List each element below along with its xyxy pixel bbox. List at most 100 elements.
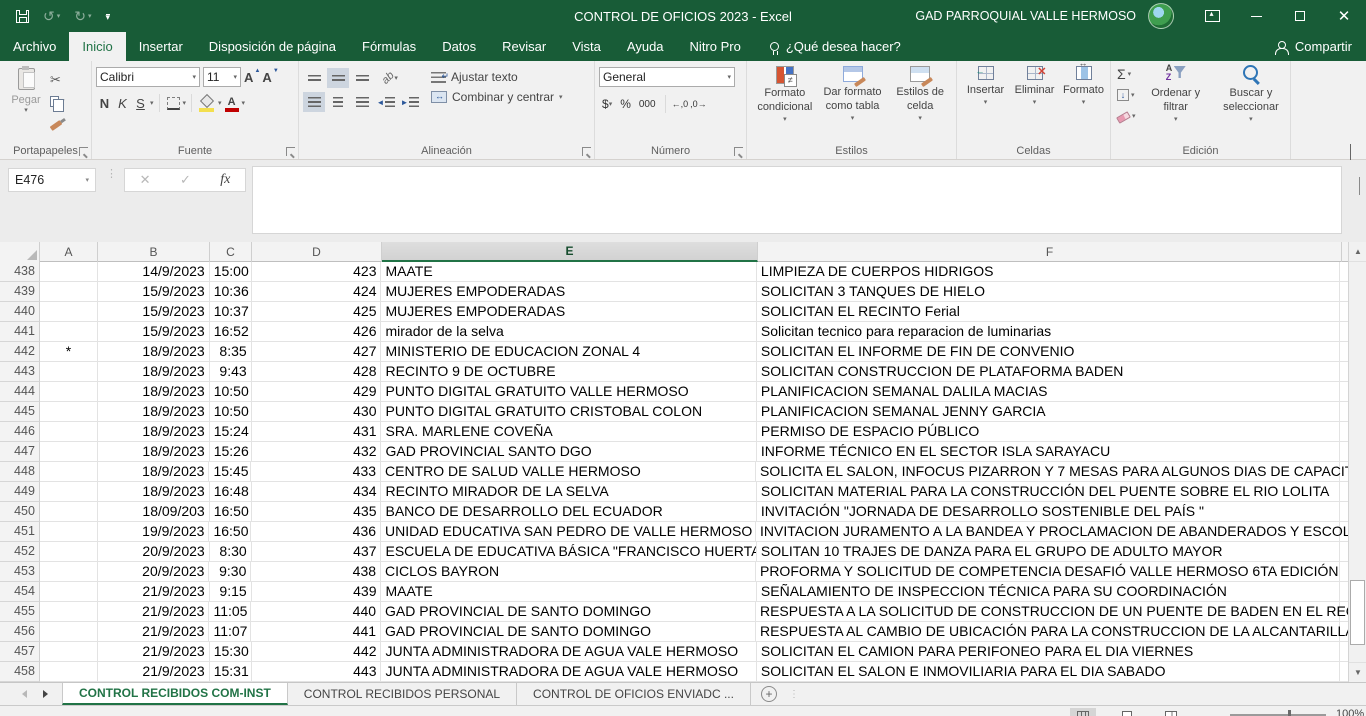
redo-button[interactable]: ↻▾ — [74, 8, 91, 25]
cell[interactable]: 10:37 — [210, 302, 252, 322]
cell[interactable]: 427 — [252, 342, 382, 362]
cell[interactable]: 431 — [252, 422, 382, 442]
column-header-B[interactable]: B — [98, 242, 210, 262]
cell[interactable]: 9:30 — [209, 562, 251, 582]
tabbar-resize-handle[interactable]: ⋮ — [789, 689, 799, 700]
cell[interactable]: JUNTA ADMINISTRADORA DE AGUA VALE HERMOS… — [381, 662, 756, 682]
row-header[interactable]: 440 — [0, 302, 40, 322]
row-header[interactable]: 445 — [0, 402, 40, 422]
cell[interactable]: CICLOS BAYRON — [381, 562, 756, 582]
cell[interactable]: 16:50 — [210, 502, 252, 522]
cell[interactable]: INFORME TÉCNICO EN EL SECTOR ISLA SARAYA… — [757, 442, 1340, 462]
account-name[interactable]: GAD PARROQUIAL VALLE HERMOSO — [915, 9, 1136, 23]
cell[interactable]: 15:45 — [209, 462, 251, 482]
cell[interactable] — [1340, 562, 1348, 582]
cell[interactable]: 10:36 — [210, 282, 252, 302]
increase-indent-button[interactable]: ► — [399, 92, 421, 112]
cell[interactable]: INVITACION JURAMENTO A LA BANDEA Y PROCL… — [756, 522, 1340, 542]
cell[interactable]: BANCO DE DESARROLLO DEL ECUADOR — [381, 502, 756, 522]
cell[interactable]: 430 — [252, 402, 382, 422]
vertical-scrollbar-thumb[interactable] — [1350, 580, 1365, 645]
cell[interactable] — [40, 522, 98, 542]
bold-button[interactable]: N — [96, 93, 113, 113]
dialog-launcher-icon[interactable] — [582, 147, 591, 156]
row-header[interactable]: 439 — [0, 282, 40, 302]
paste-button[interactable]: Pegar ▾ — [4, 65, 48, 139]
cell[interactable]: 10:50 — [210, 382, 252, 402]
cell[interactable]: 20/9/2023 — [98, 542, 210, 562]
currency-button[interactable]: $▾ — [599, 94, 615, 114]
cell[interactable]: 9:43 — [210, 362, 252, 382]
sheet-tab-1[interactable]: CONTROL RECIBIDOS COM-INST — [62, 683, 288, 705]
row-header[interactable]: 450 — [0, 502, 40, 522]
cell[interactable]: 21/9/2023 — [98, 622, 210, 642]
cell[interactable]: 18/9/2023 — [98, 382, 210, 402]
cell[interactable]: 18/09/203 — [98, 502, 210, 522]
cell[interactable] — [1340, 642, 1348, 662]
cell[interactable]: 434 — [252, 482, 382, 502]
cell[interactable] — [1340, 362, 1348, 382]
cell[interactable] — [40, 382, 98, 402]
cell[interactable]: 18/9/2023 — [98, 402, 210, 422]
cell[interactable]: 18/9/2023 — [98, 442, 210, 462]
cell[interactable] — [40, 662, 98, 682]
merge-center-button[interactable]: Combinar y centrar ▾ — [431, 90, 563, 104]
cell[interactable]: SOLICITAN EL INFORME DE FIN DE CONVENIO — [757, 342, 1340, 362]
cell[interactable]: 435 — [252, 502, 382, 522]
cell[interactable] — [1340, 342, 1348, 362]
align-left-button[interactable] — [303, 92, 325, 112]
insert-function-icon[interactable]: fx — [220, 172, 230, 188]
cell[interactable] — [40, 422, 98, 442]
cell[interactable]: 8:35 — [210, 342, 252, 362]
column-header-A[interactable]: A — [40, 242, 98, 262]
dialog-launcher-icon[interactable] — [286, 147, 295, 156]
cell[interactable]: LIMPIEZA DE CUERPOS HIDRIGOS — [757, 262, 1340, 282]
normal-view-button[interactable] — [1070, 708, 1096, 716]
cell[interactable]: 9:15 — [210, 582, 252, 602]
cell[interactable]: SOLICITAN CONSTRUCCION DE PLATAFORMA BAD… — [757, 362, 1340, 382]
cell[interactable]: 437 — [252, 542, 382, 562]
row-header[interactable]: 441 — [0, 322, 40, 342]
row-header[interactable]: 451 — [0, 522, 40, 542]
ribbon-tab-disposici-n-de-p-gina[interactable]: Disposición de página — [196, 32, 349, 61]
copy-button[interactable]: ▾ — [48, 92, 67, 110]
undo-button[interactable]: ↺▾ — [43, 8, 60, 25]
format-as-table-button[interactable]: Dar formato como tabla ▾ — [819, 66, 887, 143]
ribbon-tab-revisar[interactable]: Revisar — [489, 32, 559, 61]
cell[interactable]: 15:24 — [210, 422, 252, 442]
restore-button[interactable] — [1278, 0, 1322, 32]
cell[interactable] — [40, 482, 98, 502]
cell[interactable]: 11:05 — [209, 602, 251, 622]
cell[interactable] — [40, 302, 98, 322]
dialog-launcher-icon[interactable] — [79, 147, 88, 156]
minimize-button[interactable] — [1234, 0, 1278, 32]
scroll-up-arrow[interactable]: ▲ — [1349, 242, 1366, 262]
thousands-button[interactable]: 000 — [636, 94, 659, 114]
cell[interactable]: 15/9/2023 — [98, 322, 210, 342]
increase-font-button[interactable]: A — [244, 70, 259, 85]
cell[interactable] — [40, 362, 98, 382]
number-format-select[interactable]: General▾ — [599, 67, 735, 87]
cell[interactable] — [1340, 422, 1348, 442]
sheet-tab-3[interactable]: CONTROL DE OFICIOS ENVIADC ... — [517, 683, 751, 705]
new-sheet-button[interactable]: + — [761, 686, 777, 702]
cell[interactable]: JUNTA ADMINISTRADORA DE AGUA VALE HERMOS… — [381, 642, 756, 662]
find-select-button[interactable]: Buscar y seleccionar ▾ — [1214, 65, 1288, 143]
cell[interactable]: 21/9/2023 — [98, 602, 210, 622]
cell[interactable]: 432 — [252, 442, 382, 462]
sheet-tab-2[interactable]: CONTROL RECIBIDOS PERSONAL — [288, 683, 517, 705]
column-header-C[interactable]: C — [210, 242, 252, 262]
cell[interactable] — [40, 622, 98, 642]
row-header[interactable]: 446 — [0, 422, 40, 442]
cell[interactable]: 439 — [252, 582, 382, 602]
row-header[interactable]: 449 — [0, 482, 40, 502]
cell[interactable]: * — [40, 342, 98, 362]
ribbon-display-options-button[interactable] — [1190, 0, 1234, 32]
decrease-indent-button[interactable]: ◄ — [375, 92, 397, 112]
cell[interactable]: GAD PROVINCIAL DE SANTO DOMINGO — [381, 602, 756, 622]
vertical-scrollbar[interactable]: ▲ ▼ — [1348, 242, 1366, 682]
ribbon-tab-archivo[interactable]: Archivo — [0, 32, 69, 61]
cell[interactable]: 8:30 — [210, 542, 252, 562]
cell[interactable]: ESCUELA DE EDUCATIVA BÁSICA "FRANCISCO H… — [381, 542, 756, 562]
collapse-ribbon-button[interactable] — [1350, 145, 1358, 153]
